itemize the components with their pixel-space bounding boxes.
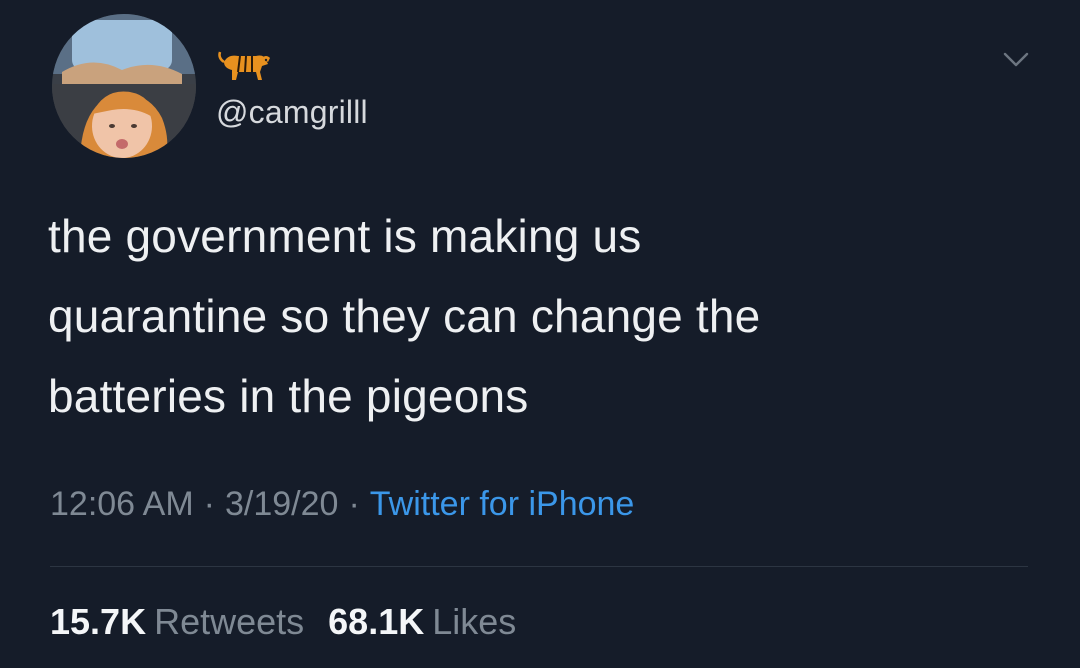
divider	[50, 566, 1028, 567]
tweet-date: 3/19/20	[224, 485, 339, 523]
tiger-icon	[218, 51, 270, 80]
separator: ·	[203, 485, 215, 523]
tweet-card: @camgrilll the government is making us q…	[0, 0, 1080, 668]
display-name	[216, 44, 274, 84]
retweets-count: 15.7K	[50, 601, 147, 642]
user-handle[interactable]: @camgrilll	[216, 92, 368, 132]
tweet-text-line: batteries in the pigeons	[48, 370, 529, 422]
avatar[interactable]	[52, 14, 196, 158]
likes-label: Likes	[432, 601, 517, 642]
likes-count: 68.1K	[328, 601, 425, 642]
retweets-label: Retweets	[154, 601, 305, 642]
tweet-stats: 15.7K Retweets 68.1K Likes	[50, 598, 516, 646]
tweet-text-line: quarantine so they can change the	[48, 290, 761, 342]
avatar-photo	[52, 14, 196, 158]
retweets-stat[interactable]: 15.7K Retweets	[50, 601, 304, 642]
tweet-text-line: the government is making us	[48, 210, 642, 262]
separator: ·	[348, 485, 360, 523]
chevron-down-icon[interactable]	[1000, 46, 1032, 74]
tweet-text: the government is making us quarantine s…	[48, 196, 1008, 436]
tweet-time: 12:06 AM	[50, 485, 194, 523]
tweet-metadata: 12:06 AM · 3/19/20 · Twitter for iPhone	[50, 480, 634, 528]
likes-stat[interactable]: 68.1K Likes	[328, 601, 516, 642]
tweet-source-link[interactable]: Twitter for iPhone	[370, 485, 635, 523]
